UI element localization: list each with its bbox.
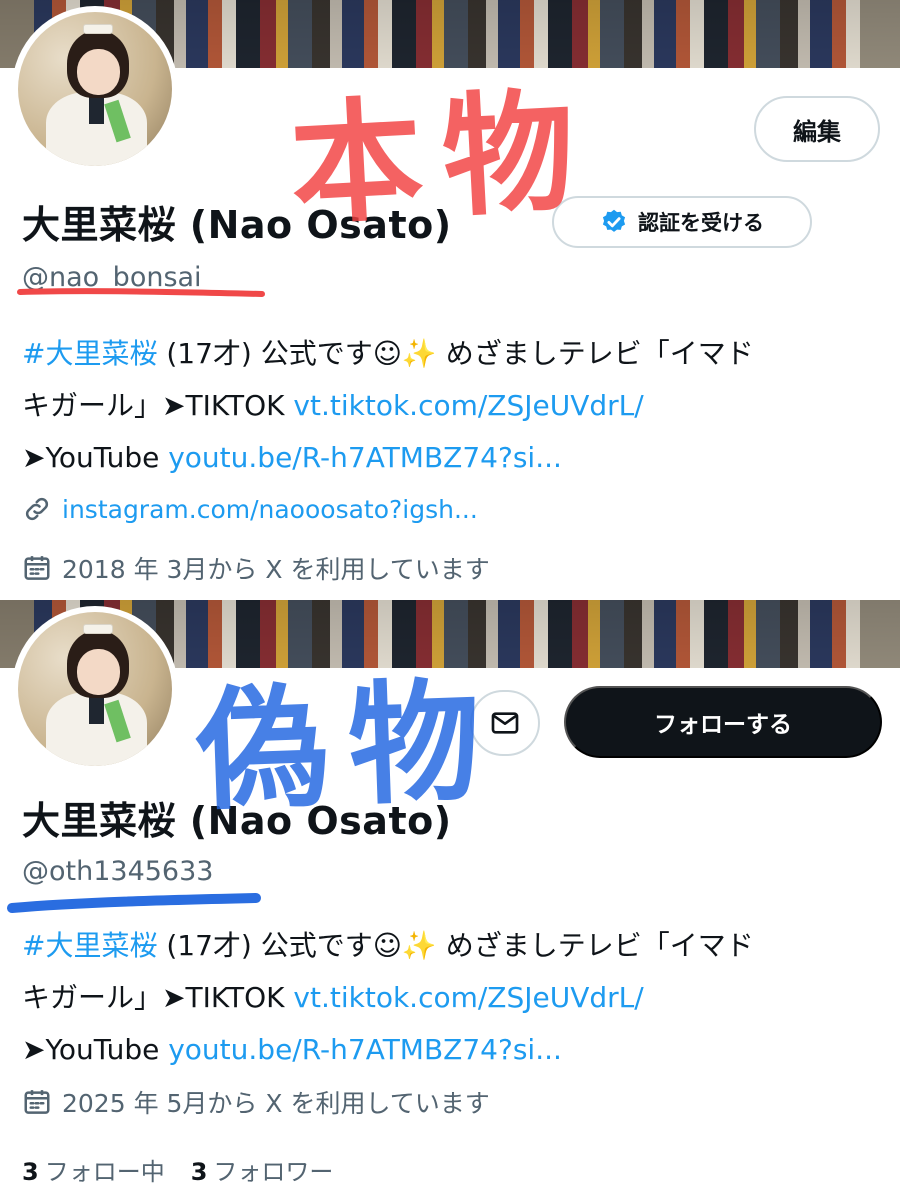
website-link[interactable]: instagram.com/naooosato?igsh... bbox=[62, 495, 478, 524]
avatar[interactable] bbox=[12, 606, 178, 772]
youtube-link[interactable]: youtu.be/R-h7ATMBZ74?si... bbox=[168, 441, 562, 474]
joined-date-row: 2025 年 5月から X を利用しています bbox=[22, 1084, 490, 1120]
bio-text: (17才) 公式です☺✨ めざましテレビ「イマド bbox=[157, 929, 754, 962]
tiktok-link[interactable]: vt.tiktok.com/ZSJeUVdrL/ bbox=[293, 389, 643, 422]
followers-label: フォロワー bbox=[213, 1158, 334, 1186]
mail-icon bbox=[491, 712, 519, 734]
calendar-icon bbox=[24, 556, 50, 580]
get-verified-button[interactable]: 認証を受ける bbox=[552, 196, 812, 248]
username-handle: @nao_bonsai bbox=[22, 262, 202, 293]
hashtag-link[interactable]: #大里菜桜 bbox=[22, 929, 157, 962]
display-name: 大里菜桜 (Nao Osato) bbox=[22, 203, 452, 247]
youtube-link[interactable]: youtu.be/R-h7ATMBZ74?si... bbox=[168, 1033, 562, 1066]
display-name: 大里菜桜 (Nao Osato) bbox=[22, 799, 452, 843]
message-button[interactable] bbox=[470, 690, 540, 756]
joined-date: 2018 年 3月から X を利用しています bbox=[62, 555, 490, 584]
profile-bio: #大里菜桜 (17才) 公式です☺✨ めざましテレビ「イマド キガール」➤TIK… bbox=[22, 920, 882, 1076]
website-row[interactable]: instagram.com/naooosato?igsh... bbox=[22, 494, 478, 524]
bio-text: ➤YouTube bbox=[22, 1033, 169, 1066]
profile-real: 編集 大里菜桜 (Nao Osato) 認証を受ける @nao_bonsai #… bbox=[0, 0, 900, 600]
bio-text: ➤YouTube bbox=[22, 441, 169, 474]
avatar[interactable] bbox=[12, 6, 178, 172]
follow-stats: 3 フォロー中 3 フォロワー bbox=[22, 1152, 333, 1187]
link-icon bbox=[25, 497, 49, 521]
joined-date: 2025 年 5月から X を利用しています bbox=[62, 1089, 490, 1118]
edit-profile-button[interactable]: 編集 bbox=[754, 96, 880, 162]
followers-count: 3 bbox=[190, 1158, 208, 1186]
follow-button[interactable]: フォローする bbox=[564, 686, 882, 758]
calendar-icon bbox=[24, 1090, 50, 1114]
following-label: フォロー中 bbox=[44, 1158, 165, 1186]
tiktok-link[interactable]: vt.tiktok.com/ZSJeUVdrL/ bbox=[293, 981, 643, 1014]
get-verified-label: 認証を受ける bbox=[638, 211, 764, 235]
profile-bio: #大里菜桜 (17才) 公式です☺✨ めざましテレビ「イマド キガール」➤TIK… bbox=[22, 328, 882, 484]
following-count-link[interactable]: 3 フォロー中 bbox=[22, 1152, 165, 1187]
bio-text: キガール」➤TIKTOK bbox=[22, 389, 294, 422]
following-count: 3 bbox=[22, 1158, 39, 1186]
bio-text: キガール」➤TIKTOK bbox=[22, 981, 294, 1014]
joined-date-row: 2018 年 3月から X を利用しています bbox=[22, 550, 490, 586]
followers-count-link[interactable]: 3 フォロワー bbox=[191, 1152, 334, 1187]
username-handle: @oth1345633 bbox=[22, 856, 214, 887]
verified-badge-icon bbox=[602, 209, 626, 232]
bio-text: (17才) 公式です☺✨ めざましテレビ「イマド bbox=[157, 337, 754, 370]
hashtag-link[interactable]: #大里菜桜 bbox=[22, 337, 157, 370]
